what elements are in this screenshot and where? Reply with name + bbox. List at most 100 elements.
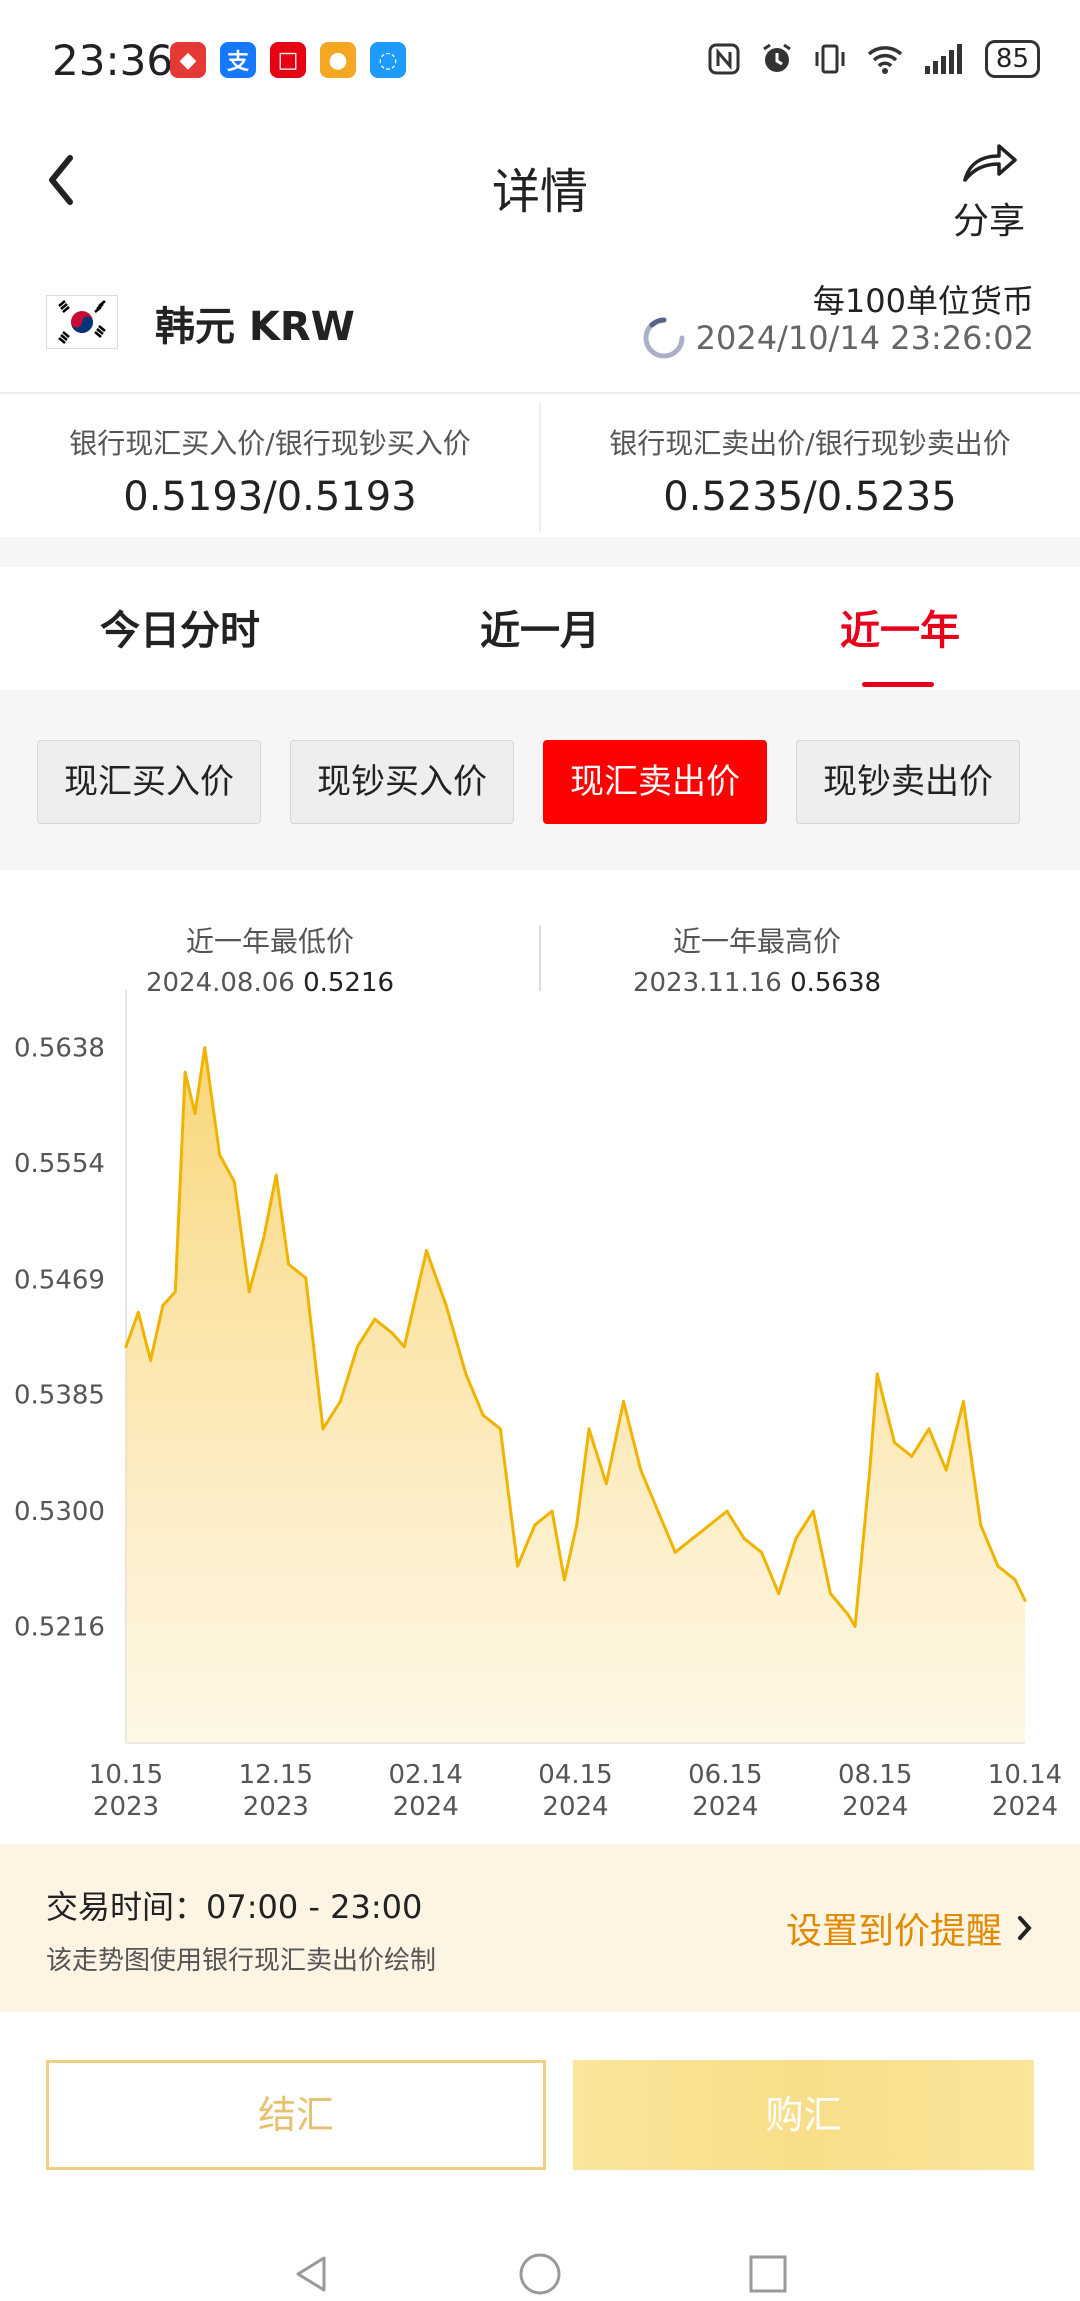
price-point: [759, 1550, 763, 1554]
price-point: [892, 1441, 896, 1445]
price-point: [203, 1046, 207, 1050]
cash-sell-button[interactable]: 现钞卖出价: [796, 740, 1020, 824]
price-point: [853, 1624, 857, 1628]
price-point: [622, 1399, 626, 1403]
price-point: [875, 1372, 879, 1376]
price-point: [161, 1303, 165, 1307]
update-timestamp: 2024/10/14 23:26:02: [695, 319, 1034, 357]
price-point: [575, 1523, 579, 1527]
share-icon: [963, 144, 1017, 182]
y-tick-label: 0.5216: [14, 1612, 105, 1642]
divider: [0, 392, 1080, 394]
price-point: [183, 1070, 187, 1074]
nav-back-icon[interactable]: [290, 2252, 334, 2296]
price-point: [533, 1523, 537, 1527]
price-point: [464, 1372, 468, 1376]
spot-sell-button[interactable]: 现汇卖出价: [543, 740, 767, 824]
price-point: [604, 1482, 608, 1486]
price-point: [193, 1111, 197, 1115]
price-point: [927, 1427, 931, 1431]
nav-recents-icon[interactable]: [746, 2252, 790, 2296]
price-point: [742, 1537, 746, 1541]
price-point: [247, 1290, 251, 1294]
tab-today[interactable]: 今日分时: [0, 598, 360, 656]
x-tick-label: 12.15: [239, 1760, 313, 1790]
price-area: [126, 1047, 1025, 1743]
buy-price-box: 银行现汇买入价/银行现钞买入价 0.5193/0.5193: [0, 400, 540, 535]
tab-month[interactable]: 近一月: [360, 598, 720, 656]
x-tick-label: 10.14: [988, 1760, 1062, 1790]
settle-button[interactable]: 结汇: [46, 2060, 546, 2170]
notification-icons: ◆ 支 □ ● ◌: [170, 42, 406, 78]
y-tick-label: 0.5554: [14, 1149, 105, 1179]
share-label: 分享: [952, 201, 1025, 242]
price-point: [304, 1276, 308, 1280]
price-point: [232, 1180, 236, 1184]
price-alert-label: 设置到价提醒: [785, 1911, 1002, 1952]
price-point: [725, 1509, 729, 1513]
x-tick-year: 2024: [692, 1792, 758, 1822]
x-tick-year: 2024: [393, 1792, 459, 1822]
price-point: [979, 1523, 983, 1527]
price-point: [1013, 1578, 1017, 1582]
share-button[interactable]: 分享: [944, 140, 1034, 244]
active-tab-indicator: [862, 682, 934, 687]
y-axis: 0.5638 0.5554 0.5469 0.5385 0.5300 0.5216: [14, 1034, 105, 1643]
price-point: [846, 1612, 850, 1616]
cash-buy-button[interactable]: 现钞买入价: [290, 740, 514, 824]
price-point: [550, 1509, 554, 1513]
y-tick-label: 0.5300: [14, 1497, 105, 1527]
spot-buy-button[interactable]: 现汇买入价: [37, 740, 261, 824]
x-tick-year: 2024: [842, 1792, 908, 1822]
price-point: [424, 1249, 428, 1253]
price-point: [356, 1345, 360, 1349]
page-title: 详情: [491, 164, 588, 220]
price-point: [996, 1564, 1000, 1568]
price-point: [708, 1523, 712, 1527]
price-point: [274, 1173, 278, 1177]
nfc-icon: [708, 43, 740, 75]
alipay-icon: 支: [220, 42, 256, 78]
x-tick-year: 2024: [542, 1792, 608, 1822]
year-high-label: 近一年最高价: [672, 925, 841, 958]
price-alert-link[interactable]: 设置到价提醒: [786, 1902, 1034, 1954]
x-tick-year: 2024: [992, 1792, 1058, 1822]
price-point: [516, 1564, 520, 1568]
price-point: [218, 1153, 222, 1157]
x-tick-label: 04.15: [538, 1760, 612, 1790]
battery-icon: 85: [984, 40, 1040, 78]
price-point: [690, 1537, 694, 1541]
year-low-label: 近一年最低价: [185, 925, 354, 958]
status-time: 23:36: [52, 36, 174, 85]
price-point: [910, 1454, 914, 1458]
y-tick-label: 0.5469: [14, 1265, 105, 1295]
x-tick-label: 10.15: [89, 1760, 163, 1790]
price-point: [868, 1468, 872, 1472]
y-tick-label: 0.5638: [14, 1034, 105, 1064]
refresh-icon[interactable]: [642, 316, 686, 360]
battery-level: 85: [995, 44, 1029, 74]
price-point: [321, 1427, 325, 1431]
price-point: [828, 1591, 832, 1595]
sell-price-label: 银行现汇卖出价/银行现钞卖出价: [609, 427, 1011, 460]
currency-name: 韩元 KRW: [155, 304, 355, 350]
app-icon-red-square: □: [270, 42, 306, 78]
update-timestamp-row: 2024/10/14 23:26:02: [642, 316, 1034, 360]
chevron-right-icon: [1018, 1916, 1032, 1940]
price-point: [481, 1413, 485, 1417]
x-tick-year: 2023: [93, 1792, 159, 1822]
price-point: [811, 1509, 815, 1513]
x-tick-label: 02.14: [388, 1760, 462, 1790]
app-icon-tiger: ●: [320, 42, 356, 78]
nav-home-icon[interactable]: [518, 2252, 562, 2296]
signal-icon: [924, 44, 962, 74]
alarm-icon: [763, 43, 791, 72]
price-point: [402, 1345, 406, 1349]
price-point: [262, 1235, 266, 1239]
wifi-icon: [867, 46, 903, 74]
price-point: [639, 1468, 643, 1472]
price-point: [673, 1550, 677, 1554]
purchase-button[interactable]: 购汇: [573, 2060, 1034, 2170]
price-point: [444, 1303, 448, 1307]
tab-year[interactable]: 近一年: [720, 598, 1080, 656]
